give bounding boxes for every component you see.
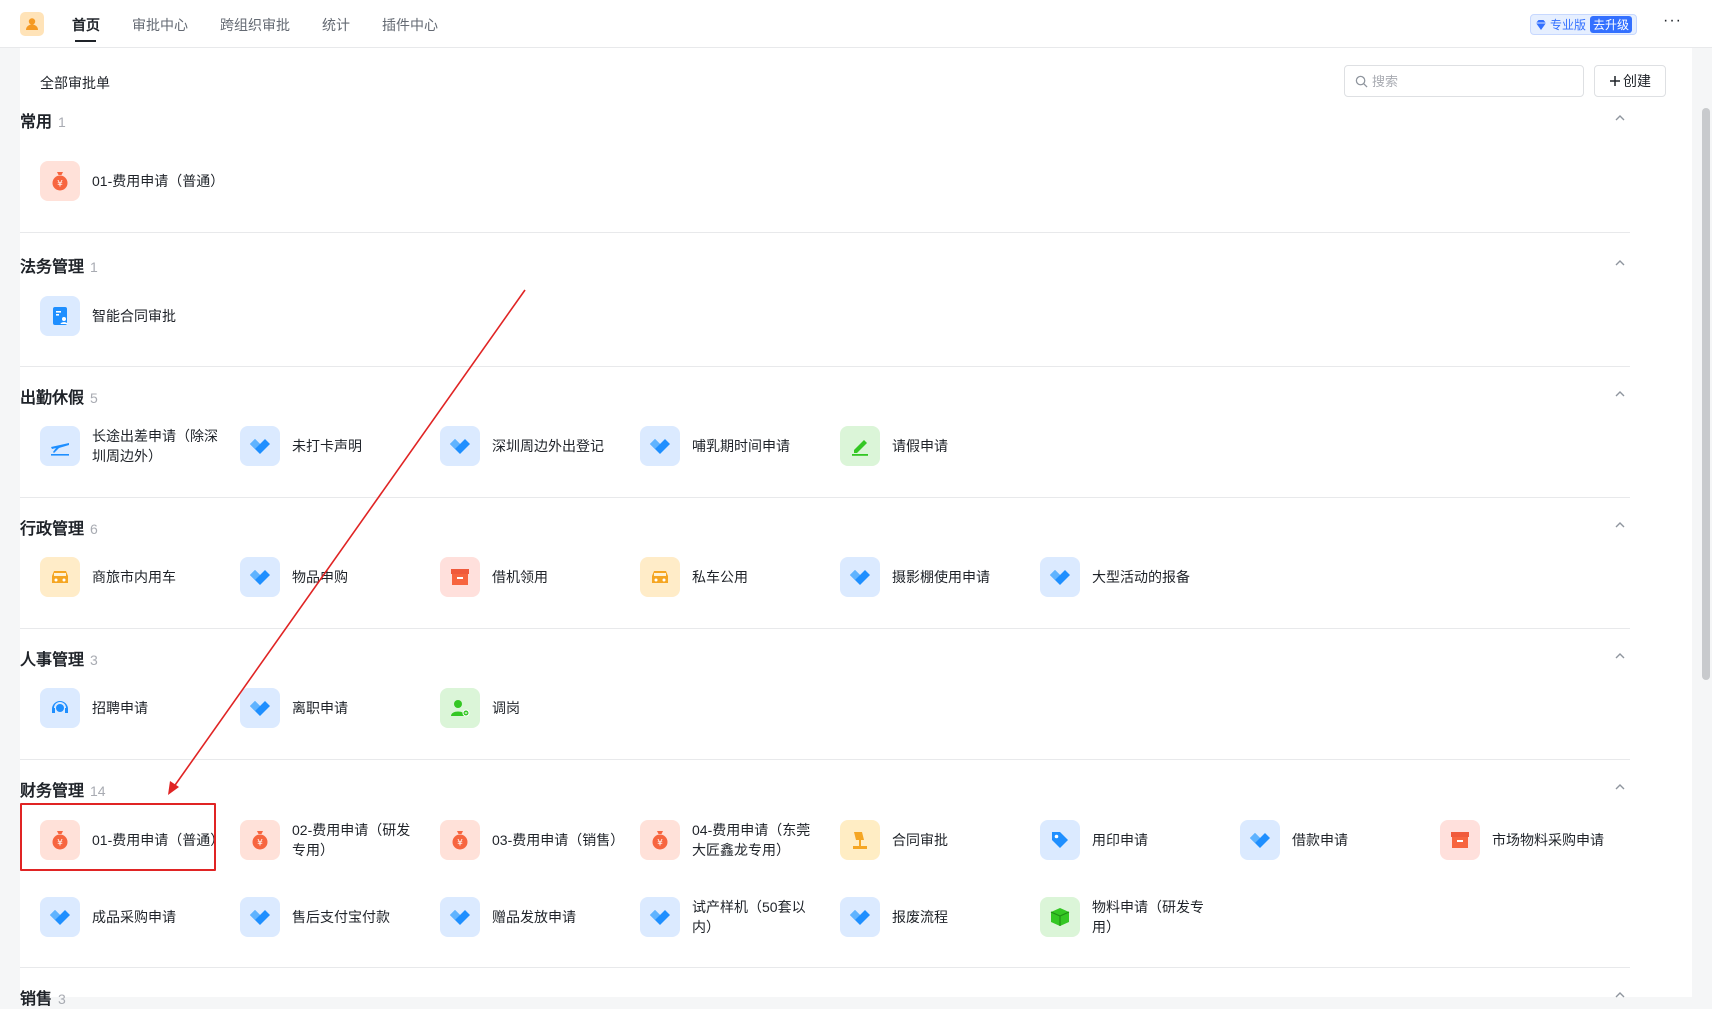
annotation-arrow [168, 289, 526, 795]
